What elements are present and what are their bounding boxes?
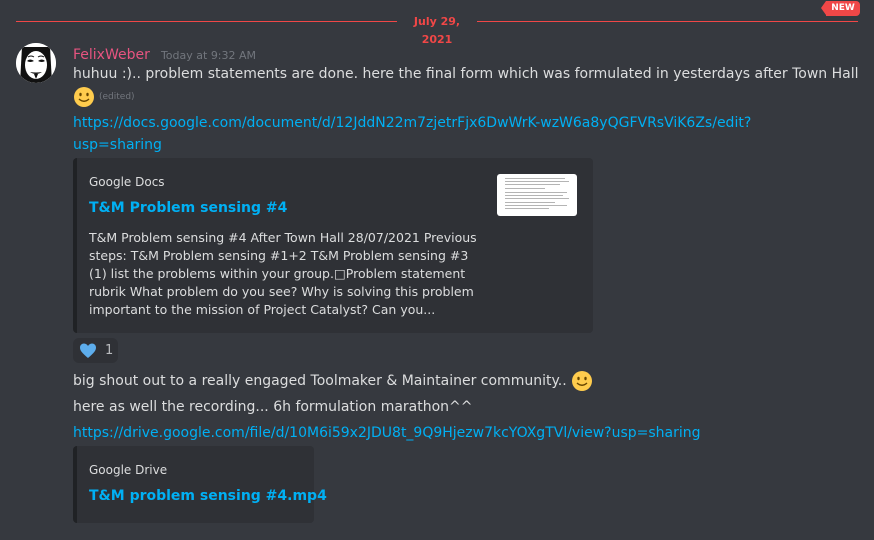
avatar[interactable] — [16, 43, 56, 83]
anonymous-mask-icon — [16, 43, 56, 83]
slightly-smiling-face-icon — [572, 371, 593, 391]
embed-description: T&M Problem sensing #4 After Town Hall 2… — [89, 230, 477, 317]
message-header: FelixWeber Today at 9:32 AM — [73, 44, 257, 63]
embed-thumbnail[interactable] — [497, 174, 577, 216]
embed-provider: Google Drive — [89, 463, 168, 477]
date-divider: July 29, 2021 — [0, 13, 874, 46]
message-text-line: big shout out to a really engaged Toolma… — [73, 370, 593, 392]
message-text-line: here as well the recording... 6h formula… — [73, 399, 473, 415]
embed-title[interactable]: T&M Problem sensing #4 — [89, 200, 287, 216]
google-drive-link[interactable]: https://drive.google.com/file/d/10M6i59x… — [73, 423, 701, 443]
embed-provider: Google Docs — [89, 175, 165, 189]
reaction-count: 1 — [105, 343, 114, 358]
google-docs-embed: Google Docs T&M Problem sensing #4 T&M P… — [73, 158, 593, 333]
google-docs-link[interactable]: https://docs.google.com/document/d/12Jdd… — [73, 113, 751, 133]
blue-heart-icon — [80, 343, 96, 358]
google-drive-embed: Google Drive T&M problem sensing #4.mp4 — [73, 446, 327, 523]
document-preview-image — [505, 178, 569, 209]
google-docs-link-continued[interactable]: usp=sharing — [73, 135, 162, 155]
reaction-button[interactable]: 1 — [73, 338, 118, 363]
edited-label: (edited) — [99, 92, 135, 102]
new-messages-badge[interactable]: NEW — [821, 1, 860, 16]
embed-title[interactable]: T&M problem sensing #4.mp4 — [89, 488, 327, 504]
shout-out-text: big shout out to a really engaged Toolma… — [73, 373, 567, 389]
timestamp: Today at 9:32 AM — [160, 49, 257, 62]
username[interactable]: FelixWeber — [73, 47, 150, 63]
slightly-smiling-face-icon — [74, 87, 94, 107]
divider-date: July 29, 2021 — [397, 13, 477, 46]
message-text-line: huhuu :).. problem statements are done. … — [73, 66, 859, 82]
message-emoji-line: (edited) — [73, 86, 135, 108]
